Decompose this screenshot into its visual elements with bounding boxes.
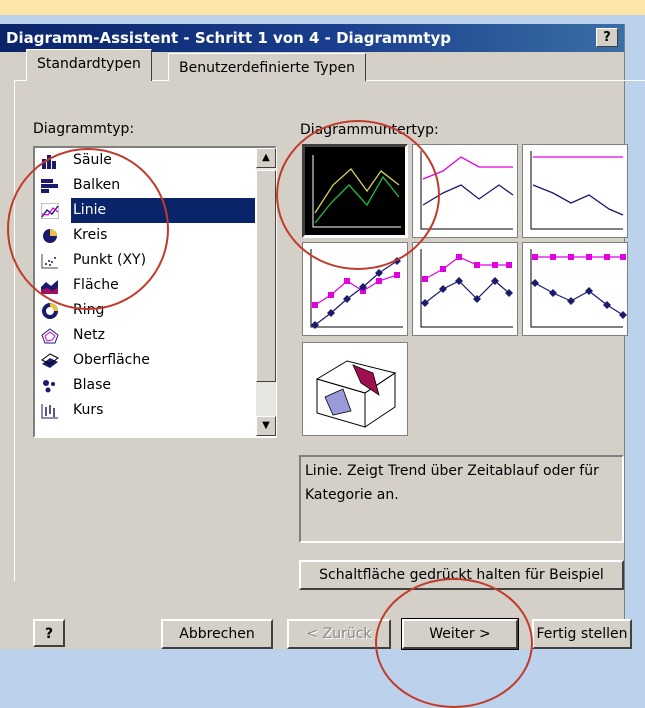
cancel-button[interactable]: Abbrechen: [161, 619, 273, 649]
list-scrollbar[interactable]: ▲ ▼: [256, 148, 276, 436]
tab-standard-types[interactable]: Standardtypen: [26, 49, 152, 81]
back-button[interactable]: < Zurück: [287, 619, 391, 649]
list-item-label: Blase: [73, 377, 111, 393]
list-item-scatter[interactable]: Punkt (XY): [37, 248, 257, 273]
subtype-stacked-line-markers[interactable]: [412, 242, 518, 336]
scroll-thumb[interactable]: [256, 170, 276, 382]
background-band: [0, 0, 645, 15]
list-item-label: Oberfläche: [73, 352, 150, 368]
pie-chart-icon: [43, 229, 57, 243]
area-chart-icon: [41, 280, 58, 294]
line-subtype-preview: [312, 155, 401, 228]
subtype-line-markers[interactable]: [302, 242, 408, 336]
list-item-surface[interactable]: Oberfläche: [37, 348, 257, 373]
list-item-label: Kreis: [73, 227, 108, 243]
list-item-label: Fläche: [73, 277, 119, 293]
stacked-line-markers-preview: [420, 249, 513, 328]
list-item-label: Balken: [73, 177, 121, 193]
bar-chart-icon: [41, 179, 58, 193]
list-item-line[interactable]: Linie: [37, 198, 257, 223]
list-item-doughnut[interactable]: Ring: [37, 298, 257, 323]
list-item-pie[interactable]: Kreis: [37, 223, 257, 248]
subtype-stacked-line[interactable]: [412, 144, 518, 238]
scatter-chart-icon: [41, 254, 58, 269]
list-item-label: Säule: [73, 152, 112, 168]
scroll-up-button[interactable]: ▲: [256, 148, 276, 168]
list-item-bar[interactable]: Balken: [37, 173, 257, 198]
subtype-line[interactable]: [302, 144, 408, 238]
line-chart-icon: [41, 203, 59, 219]
subtype-100-stacked-line-markers[interactable]: [522, 242, 628, 336]
help-icon[interactable]: ?: [33, 619, 65, 647]
list-item-label: Linie: [71, 198, 255, 223]
list-item-bubble[interactable]: Blase: [37, 373, 257, 398]
title-bar: Diagramm-Assistent - Schritt 1 von 4 - D…: [0, 24, 624, 52]
chart-description: Linie. Zeigt Trend über Zeitablauf oder …: [299, 455, 624, 543]
line-markers-preview: [310, 249, 403, 329]
window-title: Diagramm-Assistent - Schritt 1 von 4 - D…: [6, 29, 451, 47]
list-item-label: Punkt (XY): [73, 252, 147, 268]
3d-line-preview: [315, 360, 397, 428]
doughnut-chart-icon: [42, 303, 58, 319]
subtype-3d-line[interactable]: [302, 342, 408, 436]
column-chart-icon: [42, 155, 56, 169]
bubble-chart-icon: [43, 380, 55, 393]
list-item-radar[interactable]: Netz: [37, 323, 257, 348]
list-item-stock[interactable]: Kurs: [37, 398, 257, 423]
100-stacked-line-markers-preview: [530, 249, 627, 328]
list-item-label: Netz: [73, 327, 105, 343]
finish-button[interactable]: Fertig stellen: [532, 619, 632, 649]
tab-custom-types[interactable]: Benutzerdefinierte Typen: [168, 53, 366, 81]
list-item-column[interactable]: Säule: [37, 148, 257, 173]
scroll-down-button[interactable]: ▼: [256, 416, 276, 436]
list-item-area[interactable]: Fläche: [37, 273, 257, 298]
radar-chart-icon: [41, 328, 59, 344]
surface-chart-icon: [41, 353, 59, 368]
help-button[interactable]: ?: [596, 28, 618, 47]
stock-chart-icon: [41, 404, 58, 419]
next-button[interactable]: Weiter >: [401, 618, 519, 650]
chart-type-list[interactable]: Säule Balken Linie Kreis Punkt (XY) Fläc…: [33, 146, 277, 438]
subtype-label: Diagrammuntertyp:: [300, 122, 439, 138]
preview-hold-button[interactable]: Schaltfläche gedrückt halten für Beispie…: [299, 560, 624, 590]
subtype-100-stacked-line[interactable]: [522, 144, 628, 238]
list-item-label: Kurs: [73, 402, 104, 418]
chart-type-label: Diagrammtyp:: [33, 121, 135, 137]
100-stacked-line-preview: [530, 151, 624, 230]
list-item-label: Ring: [73, 302, 105, 318]
stacked-line-preview: [420, 151, 514, 230]
